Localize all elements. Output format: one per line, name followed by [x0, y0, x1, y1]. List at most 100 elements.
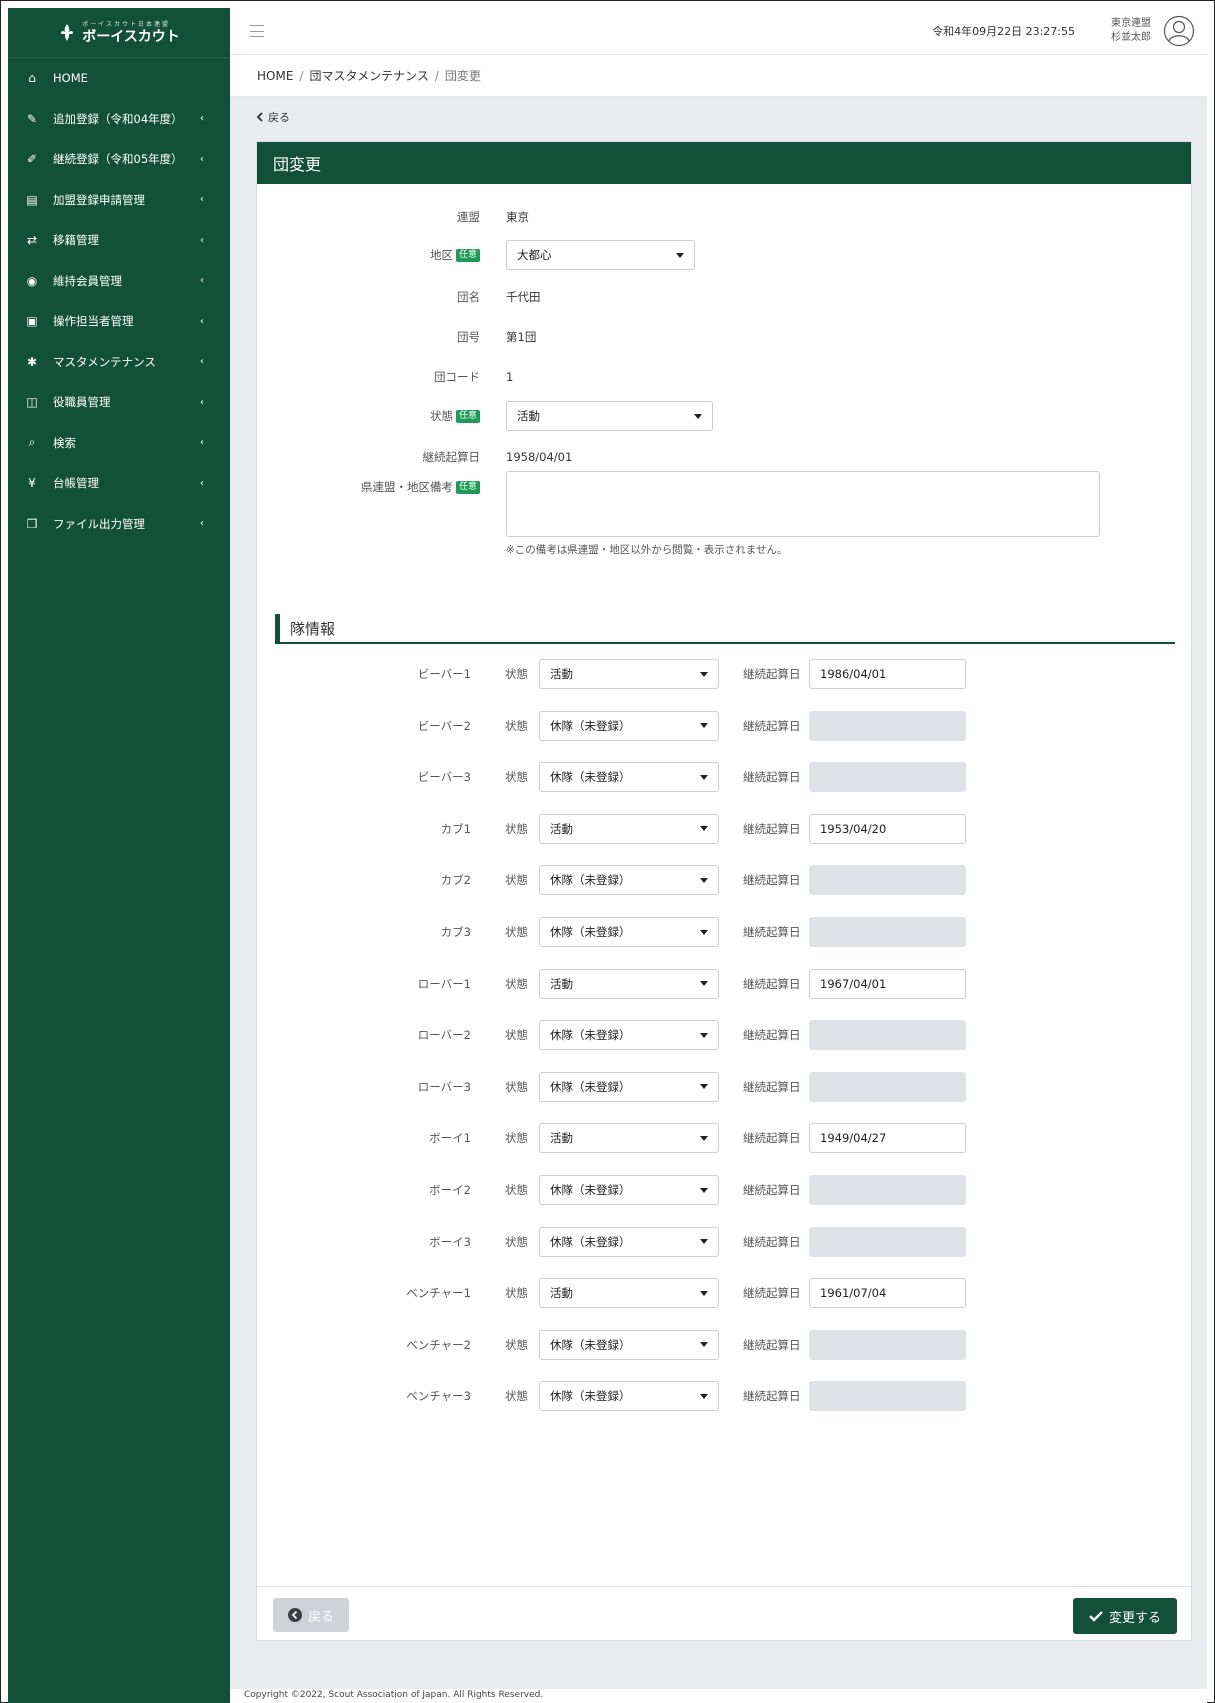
unit-name: カブ3	[440, 925, 471, 939]
sidebar-item-6[interactable]: ▣ 操作担当者管理 ‹	[8, 301, 230, 342]
chevron-left-icon: ‹	[200, 113, 204, 125]
unit-name: ローバー2	[417, 1028, 471, 1043]
user-info[interactable]: 東京連盟 杉並太郎	[1111, 17, 1151, 45]
sidebar-item-8[interactable]: ◫ 役職員管理 ‹	[8, 382, 230, 423]
status-select-value: 活動	[517, 409, 540, 423]
unit-date-label: 継続起算日	[743, 770, 801, 785]
district-select[interactable]: 大都心	[506, 240, 695, 270]
unit-date-label: 継続起算日	[743, 821, 801, 836]
chevron-down-icon	[700, 1290, 708, 1296]
unit-status-select[interactable]: 休隊（未登録）	[539, 865, 719, 896]
sidebar-item-label: マスタメンテナンス	[53, 354, 156, 369]
user-avatar-icon[interactable]	[1163, 15, 1195, 47]
remarks-textarea[interactable]	[506, 471, 1100, 537]
unit-start-date-input	[809, 865, 966, 896]
unit-status-select[interactable]: 活動	[539, 813, 719, 844]
sidebar-item-2[interactable]: ✐ 継続登録（令和05年度） ‹	[8, 139, 230, 180]
group-number-label: 団号	[457, 330, 480, 344]
unit-status-select[interactable]: 休隊（未登録）	[539, 1175, 719, 1205]
unit-status-label: 状態	[505, 667, 528, 681]
unit-status-select[interactable]: 休隊（未登録）	[539, 1329, 719, 1360]
sidebar-item-label: 維持会員管理	[53, 273, 122, 288]
submit-button[interactable]: 変更する	[1073, 1598, 1177, 1634]
logo[interactable]: ボーイスカウト日本連盟 ボーイスカウト	[8, 8, 230, 58]
sidebar-item-label: 台帳管理	[53, 476, 99, 491]
back-button[interactable]: 戻る	[273, 1598, 349, 1632]
unit-status-value: 休隊（未登録）	[550, 1028, 631, 1043]
breadcrumb-home[interactable]: HOME	[257, 69, 293, 83]
units-section-title: 隊情報	[275, 614, 1175, 644]
sidebar-item-5[interactable]: ◉ 維持会員管理 ‹	[8, 261, 230, 302]
unit-start-date-input[interactable]: 1953/04/20	[809, 813, 966, 844]
main-content: 戻る 団変更 連盟 東京 地区 任意 大都心 団名 千代田 団号 第1団 団コー…	[230, 97, 1207, 1689]
chevron-down-icon	[700, 929, 708, 935]
start-date-value: 1958/04/01	[506, 450, 573, 464]
sidebar-item-4[interactable]: ⇄ 移籍管理 ‹	[8, 220, 230, 261]
unit-status-select[interactable]: 休隊（未登録）	[539, 1226, 719, 1257]
group-name-value: 千代田	[506, 290, 541, 304]
check-icon	[1089, 1611, 1103, 1622]
chevron-down-icon	[700, 1187, 708, 1193]
unit-row: カブ3 状態 休隊（未登録） 継続起算日	[257, 917, 1193, 947]
unit-start-date-input[interactable]: 1961/07/04	[809, 1278, 966, 1309]
unit-status-label: 状態	[505, 1131, 528, 1146]
unit-status-select[interactable]: 休隊（未登録）	[539, 917, 719, 947]
sidebar-item-label: 移籍管理	[53, 233, 99, 248]
chevron-down-icon	[700, 1239, 708, 1245]
unit-status-value: 休隊（未登録）	[550, 1234, 631, 1249]
fleur-de-lis-icon	[61, 23, 74, 41]
chevron-down-icon	[676, 252, 684, 258]
sidebar-item-9[interactable]: ⌕ 検索 ‹	[8, 423, 230, 464]
unit-status-select[interactable]: 休隊（未登録）	[539, 1071, 719, 1102]
unit-status-select[interactable]: 活動	[539, 968, 719, 999]
unit-status-select[interactable]: 活動	[539, 659, 719, 689]
optional-badge: 任意	[455, 409, 480, 423]
gear-icon: ✱	[26, 354, 38, 369]
back-button-label: 戻る	[307, 1609, 334, 1625]
unit-status-select[interactable]: 休隊（未登録）	[539, 1020, 719, 1051]
unit-start-date-input	[809, 917, 966, 947]
sidebar-item-label: HOME	[53, 71, 88, 86]
sidebar-item-label: 追加登録（令和04年度）	[53, 111, 183, 126]
form-row-group-number: 団号 第1団	[257, 322, 1193, 352]
sidebar-item-7[interactable]: ✱ マスタメンテナンス ‹	[8, 342, 230, 383]
sidebar: ボーイスカウト日本連盟 ボーイスカウト ⌂ HOME ✎ 追加登録（令和04年度） ‹ ✐…	[8, 8, 230, 1703]
unit-row: ベンチャー3 状態 休隊（未登録） 継続起算日	[257, 1381, 1193, 1412]
unit-status-label: 状態	[505, 873, 528, 888]
unit-status-value: 活動	[550, 821, 573, 836]
unit-status-value: 活動	[550, 1286, 573, 1301]
sidebar-item-0[interactable]: ⌂ HOME	[8, 58, 230, 99]
unit-status-select[interactable]: 活動	[539, 1123, 719, 1154]
sidebar-item-10[interactable]: ¥ 台帳管理 ‹	[8, 463, 230, 504]
breadcrumb-master[interactable]: 団マスタメンテナンス	[309, 67, 428, 84]
unit-date-label: 継続起算日	[743, 718, 801, 733]
unit-name: ビーバー2	[417, 718, 471, 733]
chevron-left-icon: ‹	[200, 356, 204, 368]
unit-status-select[interactable]: 活動	[539, 1278, 719, 1309]
sidebar-item-11[interactable]: ❐ ファイル出力管理 ‹	[8, 504, 230, 545]
sidebar-item-1[interactable]: ✎ 追加登録（令和04年度） ‹	[8, 99, 230, 140]
unit-row: ローバー2 状態 休隊（未登録） 継続起算日	[257, 1020, 1193, 1051]
unit-start-date-input[interactable]: 1949/04/27	[809, 1123, 966, 1154]
unit-status-select[interactable]: 休隊（未登録）	[539, 762, 719, 793]
unit-status-label: 状態	[505, 1183, 528, 1197]
breadcrumb-separator: /	[299, 68, 304, 83]
sidebar-item-3[interactable]: ▤ 加盟登録申請管理 ‹	[8, 180, 230, 221]
group-name-label: 団名	[457, 290, 480, 304]
start-date-label: 継続起算日	[422, 450, 481, 464]
back-link-label: 戻る	[268, 111, 290, 124]
unit-status-select[interactable]: 休隊（未登録）	[539, 710, 719, 741]
chevron-left-icon: ‹	[200, 275, 204, 287]
menu-toggle-icon[interactable]	[250, 25, 264, 37]
unit-start-date-input[interactable]: 1986/04/01	[809, 659, 966, 689]
unit-name: ローバー1	[417, 976, 471, 991]
federation-value: 東京	[506, 210, 529, 224]
back-link[interactable]: 戻る	[256, 109, 290, 125]
unit-start-date-input	[809, 710, 966, 741]
unit-start-date-input[interactable]: 1967/04/01	[809, 968, 966, 999]
unit-name: カブ1	[440, 821, 471, 836]
status-select[interactable]: 活動	[506, 401, 713, 431]
logo-title: ボーイスカウト	[82, 28, 180, 45]
unit-status-select[interactable]: 休隊（未登録）	[539, 1381, 719, 1412]
user-org: 東京連盟	[1111, 18, 1151, 29]
